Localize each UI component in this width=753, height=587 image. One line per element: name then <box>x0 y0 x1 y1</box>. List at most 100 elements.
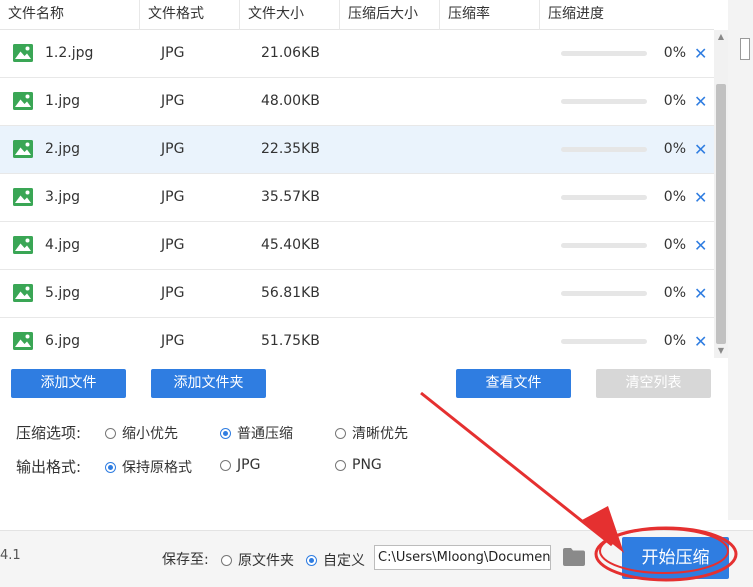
image-file-icon <box>13 140 33 158</box>
table-row[interactable]: 2.jpg JPG 22.35KB 0% ✕ <box>0 126 714 174</box>
close-icon[interactable]: ✕ <box>694 318 707 358</box>
progress-bar <box>561 147 647 152</box>
column-header-name: 文件名称 <box>0 0 140 30</box>
scroll-down-arrow-icon[interactable]: ▼ <box>714 344 728 358</box>
radio-label: 普通压缩 <box>237 426 293 442</box>
progress-bar <box>561 339 647 344</box>
save-path-input[interactable]: C:\Users\Mloong\Documents <box>374 545 551 570</box>
column-header-format: 文件格式 <box>140 0 240 30</box>
table-row[interactable]: 6.jpg JPG 51.75KB 0% ✕ <box>0 318 714 358</box>
radio-label: 自定义 <box>323 553 365 569</box>
add-folder-button[interactable]: 添加文件夹 <box>151 369 266 398</box>
close-icon[interactable]: ✕ <box>694 30 707 77</box>
radio-label: JPG <box>237 457 261 473</box>
radio-checked-icon <box>306 554 317 566</box>
radio-icon <box>105 427 116 439</box>
radio-label: 清晰优先 <box>352 426 408 442</box>
file-name: 5.jpg <box>45 285 81 301</box>
radio-checked-icon <box>105 461 116 473</box>
radio-icon <box>335 427 346 439</box>
list-scrollbar[interactable]: ▲ ▼ <box>714 30 728 358</box>
table-row[interactable]: 5.jpg JPG 56.81KB 0% ✕ <box>0 270 714 318</box>
view-file-button[interactable]: 查看文件 <box>456 369 571 398</box>
file-format: JPG <box>161 189 185 205</box>
progress-bar <box>561 195 647 200</box>
image-file-icon <box>13 284 33 302</box>
file-size: 21.06KB <box>261 45 320 61</box>
progress-bar <box>561 243 647 248</box>
folder-icon[interactable] <box>563 548 585 566</box>
table-row[interactable]: 1.jpg JPG 48.00KB 0% ✕ <box>0 78 714 126</box>
progress-percent: 0% <box>663 285 686 301</box>
image-file-icon <box>13 332 33 350</box>
file-format: JPG <box>161 333 185 349</box>
progress-percent: 0% <box>663 189 686 205</box>
image-file-icon <box>13 44 33 62</box>
output-format-keep-original[interactable]: 保持原格式 <box>105 457 192 477</box>
file-name: 2.jpg <box>45 141 81 157</box>
file-list: 1.2.jpg JPG 21.06KB 0% ✕ 1.jpg JPG 48.00… <box>0 30 714 358</box>
table-header: 文件名称 文件格式 文件大小 压缩后大小 压缩率 压缩进度 <box>0 0 714 30</box>
file-name: 1.jpg <box>45 93 81 109</box>
file-size: 48.00KB <box>261 93 320 109</box>
annotation-arrow <box>420 391 613 547</box>
scrollbar-thumb[interactable] <box>716 84 726 344</box>
radio-icon <box>221 554 232 566</box>
save-option-original-folder[interactable]: 原文件夹 <box>221 550 294 570</box>
close-icon[interactable]: ✕ <box>694 78 707 125</box>
output-format-jpg[interactable]: JPG <box>220 457 260 473</box>
window-edge <box>728 0 753 520</box>
file-name: 1.2.jpg <box>45 45 94 61</box>
file-name: 4.jpg <box>45 237 81 253</box>
radio-icon <box>220 459 231 471</box>
file-format: JPG <box>161 141 185 157</box>
radio-label: 原文件夹 <box>238 553 294 569</box>
column-header-ratio: 压缩率 <box>440 0 540 30</box>
file-size: 22.35KB <box>261 141 320 157</box>
file-size: 56.81KB <box>261 285 320 301</box>
progress-percent: 0% <box>663 141 686 157</box>
file-size: 51.75KB <box>261 333 320 349</box>
start-compress-button[interactable]: 开始压缩 <box>622 537 729 579</box>
close-icon[interactable]: ✕ <box>694 126 707 173</box>
file-size: 35.57KB <box>261 189 320 205</box>
close-icon[interactable]: ✕ <box>694 222 707 269</box>
file-size: 45.40KB <box>261 237 320 253</box>
window-resize-handle[interactable] <box>740 38 750 60</box>
close-icon[interactable]: ✕ <box>694 174 707 221</box>
column-header-compressed-size: 压缩后大小 <box>340 0 440 30</box>
version-label: 4.1 <box>0 548 21 563</box>
image-file-icon <box>13 236 33 254</box>
clear-list-button[interactable]: 清空列表 <box>596 369 711 398</box>
table-row[interactable]: 1.2.jpg JPG 21.06KB 0% ✕ <box>0 30 714 78</box>
file-format: JPG <box>161 45 185 61</box>
close-icon[interactable]: ✕ <box>694 270 707 317</box>
progress-percent: 0% <box>663 237 686 253</box>
progress-percent: 0% <box>663 333 686 349</box>
compress-option-clarity[interactable]: 清晰优先 <box>335 423 408 443</box>
file-name: 6.jpg <box>45 333 81 349</box>
compress-option-smallest[interactable]: 缩小优先 <box>105 423 178 443</box>
compress-option-normal[interactable]: 普通压缩 <box>220 423 293 443</box>
progress-percent: 0% <box>663 93 686 109</box>
save-option-custom[interactable]: 自定义 <box>306 550 365 570</box>
file-format: JPG <box>161 93 185 109</box>
file-format: JPG <box>161 285 185 301</box>
column-header-progress: 压缩进度 <box>548 6 604 22</box>
output-format-label: 输出格式: <box>16 458 82 476</box>
file-format: JPG <box>161 237 185 253</box>
radio-label: 保持原格式 <box>122 460 192 476</box>
column-header-size: 文件大小 <box>240 0 340 30</box>
table-row[interactable]: 4.jpg JPG 45.40KB 0% ✕ <box>0 222 714 270</box>
image-file-icon <box>13 92 33 110</box>
progress-bar <box>561 51 647 56</box>
add-file-button[interactable]: 添加文件 <box>11 369 126 398</box>
output-format-png[interactable]: PNG <box>335 457 382 473</box>
radio-checked-icon <box>220 427 231 439</box>
progress-percent: 0% <box>663 45 686 61</box>
radio-label: 缩小优先 <box>122 426 178 442</box>
table-row[interactable]: 3.jpg JPG 35.57KB 0% ✕ <box>0 174 714 222</box>
progress-bar <box>561 99 647 104</box>
radio-label: PNG <box>352 457 382 473</box>
scroll-up-arrow-icon[interactable]: ▲ <box>714 30 728 44</box>
